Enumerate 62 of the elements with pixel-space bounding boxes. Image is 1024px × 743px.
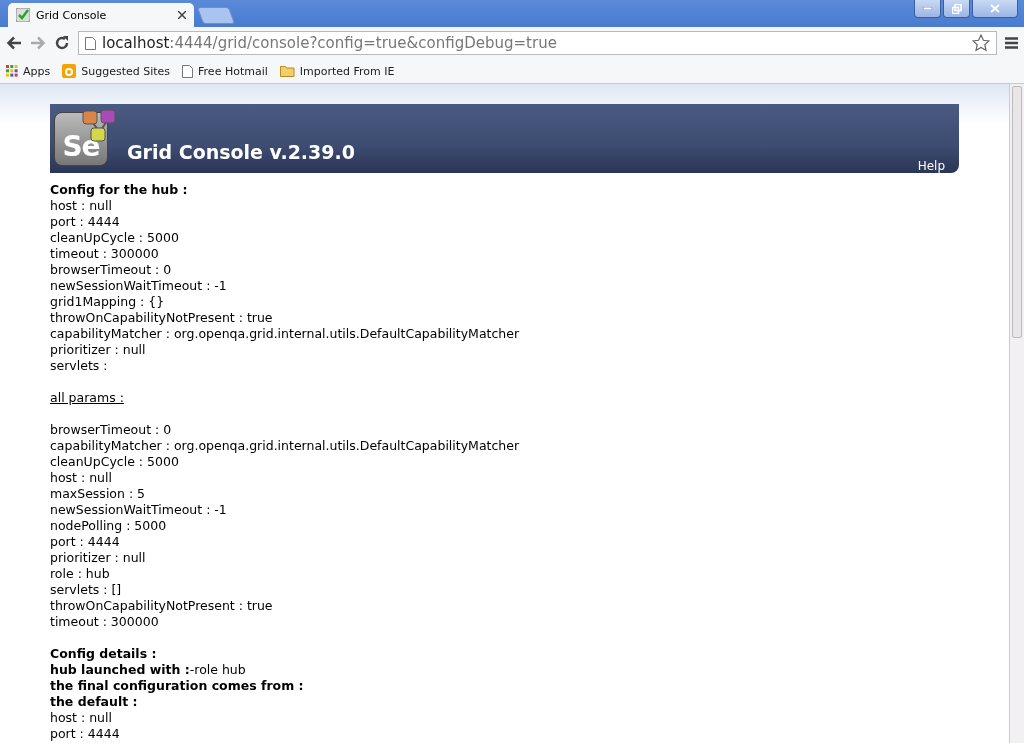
config-line: prioritizer : null <box>50 550 146 565</box>
config-line: host : null <box>50 470 112 485</box>
config-line: maxSession : 5 <box>50 486 146 501</box>
help-link[interactable]: Help <box>917 159 945 173</box>
config-line: cleanUpCycle : 5000 <box>50 230 179 245</box>
config-line: throwOnCapabilityNotPresent : true <box>50 598 273 613</box>
site-icon <box>62 64 77 78</box>
config-line: servlets : [] <box>50 582 122 597</box>
folder-icon <box>279 65 295 77</box>
config-line: hub launched with :-role hub <box>50 662 246 677</box>
url-host: localhost <box>102 34 170 52</box>
menu-icon[interactable] <box>1005 37 1018 49</box>
restore-button[interactable] <box>943 0 970 18</box>
config-line: port : 4444 <box>50 726 120 741</box>
config-line: nodePolling : 5000 <box>50 518 167 533</box>
tab-title: Grid Console <box>36 8 108 22</box>
reload-icon[interactable] <box>54 35 70 51</box>
page-icon <box>182 64 194 78</box>
section-heading: Config for the hub : <box>50 182 189 198</box>
close-icon <box>990 4 1000 13</box>
config-line: host : null <box>50 710 112 725</box>
logo-text: Se <box>62 133 100 165</box>
bookmark[interactable]: Apps <box>6 64 51 78</box>
section-heading: the default : <box>50 694 139 710</box>
all-params-link[interactable]: all params : <box>50 390 124 406</box>
config-line: newSessionWaitTimeout : -1 <box>50 278 227 293</box>
config-line: cleanUpCycle : 5000 <box>50 454 179 469</box>
minimize-icon <box>923 7 932 10</box>
config-line: throwOnCapabilityNotPresent : true <box>50 310 273 325</box>
bookmark[interactable]: Free Hotmail <box>182 64 268 78</box>
browser-tab[interactable]: Grid Console <box>8 3 194 27</box>
bookmark[interactable]: Suggested Sites <box>62 64 171 78</box>
restore-icon <box>951 3 962 14</box>
config-line: newSessionWaitTimeout : -1 <box>50 502 227 517</box>
section-heading: Config details : <box>50 646 158 662</box>
config-line: port : 4444 <box>50 214 120 229</box>
checkmark-icon <box>16 8 30 22</box>
url-path: :4444/grid/console?config=true&configDebug=true <box>169 34 558 52</box>
config-line: prioritizer : null <box>50 342 146 357</box>
back-arrow-icon[interactable] <box>6 36 22 50</box>
section-heading: the final configuration comes from : <box>50 678 305 694</box>
config-line: capabilityMatcher : org.openqa.grid.internal.utils.DefaultCapabilityMatcher <box>50 326 520 341</box>
close-icon[interactable] <box>178 11 186 19</box>
config-line: grid1Mapping : {} <box>50 294 165 309</box>
minimize-button[interactable] <box>914 0 941 18</box>
config-line: host : null <box>50 198 112 213</box>
apps-grid-icon <box>6 65 18 77</box>
config-line: timeout : 300000 <box>50 246 159 261</box>
star-icon[interactable] <box>972 34 990 52</box>
bookmark[interactable]: Imported From IE <box>279 64 395 78</box>
close-window-button[interactable] <box>972 0 1018 18</box>
config-line: role : hub <box>50 566 110 581</box>
config-line: capabilityMatcher : org.openqa.grid.internal.utils.DefaultCapabilityMatcher <box>50 438 520 453</box>
config-line: browserTimeout : 0 <box>50 262 172 277</box>
config-line: timeout : 300000 <box>50 614 159 629</box>
config-line: browserTimeout : 0 <box>50 422 172 437</box>
page-icon <box>85 36 96 50</box>
address-field[interactable]: localhost:4444/grid/console?config=true&configDebug=true <box>78 31 997 55</box>
config-line: servlets : <box>50 358 108 373</box>
scrollbar[interactable] <box>1009 84 1024 743</box>
page-title: Grid Console v.2.39.0 <box>127 141 355 163</box>
config-line: port : 4444 <box>50 534 120 549</box>
